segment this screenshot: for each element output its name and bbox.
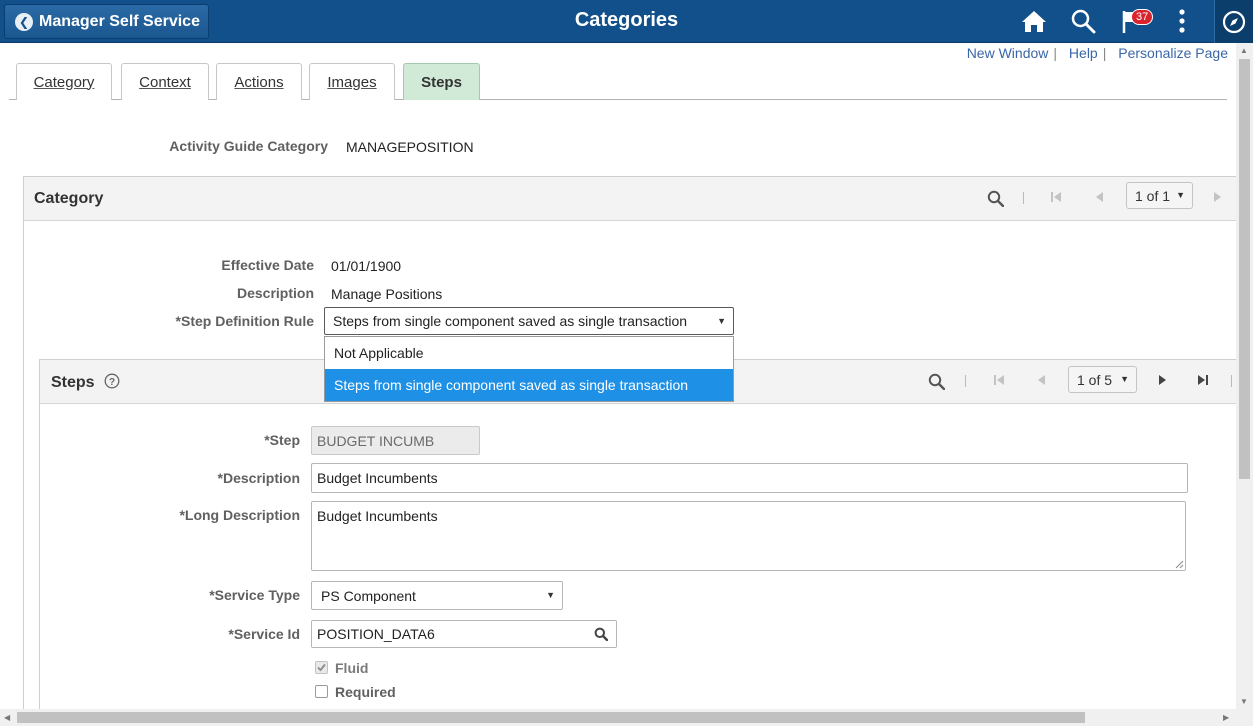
personalize-page-link[interactable]: Personalize Page: [1118, 45, 1228, 61]
pager-divider: [1231, 375, 1232, 387]
back-button-label: Manager Self Service: [39, 12, 200, 30]
svg-text:?: ?: [109, 377, 115, 388]
scroll-down-icon[interactable]: ▼: [1240, 697, 1248, 706]
search-icon: [928, 373, 945, 390]
header-bar: ❮ Manager Self Service Categories 37: [0, 0, 1253, 43]
tab-bar: Category Context Actions Images Steps: [9, 62, 1227, 100]
service-id-lookup-button[interactable]: [592, 625, 610, 643]
chevron-right-icon: [1214, 192, 1221, 202]
steps-help-button[interactable]: ?: [103, 372, 121, 390]
description-value: Manage Positions: [331, 286, 443, 302]
navbar-button[interactable]: [1214, 0, 1253, 43]
fluid-label: Fluid: [335, 660, 369, 676]
steps-previous-button[interactable]: [1033, 372, 1049, 388]
step-label: *Step: [264, 432, 300, 448]
caret-down-icon: ▼: [1120, 374, 1129, 384]
steps-find-button[interactable]: [925, 370, 947, 392]
category-row-selector[interactable]: 1 of 1 ▼: [1126, 182, 1193, 209]
new-window-link[interactable]: New Window: [967, 45, 1049, 61]
home-icon: [1022, 11, 1046, 32]
steps-next-button[interactable]: [1155, 372, 1171, 388]
category-find-button[interactable]: [984, 187, 1006, 209]
category-group-title: Category: [34, 190, 104, 207]
pager-divider: [965, 375, 966, 387]
tab-context[interactable]: Context: [121, 63, 209, 100]
compass-icon: [1222, 10, 1246, 33]
scroll-right-icon[interactable]: ▶: [1223, 713, 1229, 722]
effective-date-label: Effective Date: [221, 257, 314, 273]
caret-down-icon: ▼: [546, 590, 555, 600]
service-id-field[interactable]: POSITION_DATA6: [311, 620, 617, 648]
vertical-scroll-thumb[interactable]: [1239, 59, 1250, 479]
service-id-label: *Service Id: [228, 626, 300, 642]
option-not-applicable[interactable]: Not Applicable: [325, 337, 733, 369]
step-definition-rule-label: *Step Definition Rule: [175, 313, 314, 329]
activity-guide-category-value: MANAGEPOSITION: [346, 139, 474, 155]
notifications-button[interactable]: 37: [1116, 6, 1154, 36]
page-links: New Window | Help | Personalize Page: [966, 45, 1228, 61]
last-page-icon: [1198, 375, 1208, 385]
effective-date-value: 01/01/1900: [331, 258, 402, 274]
long-description-field[interactable]: Budget Incumbents: [311, 501, 1186, 571]
option-single-component[interactable]: Steps from single component saved as sin…: [325, 369, 733, 401]
step-description-field[interactable]: Budget Incumbents: [311, 463, 1188, 493]
help-icon: ?: [104, 373, 120, 389]
search-icon: [987, 190, 1004, 207]
home-button[interactable]: [1018, 6, 1050, 36]
scroll-up-icon[interactable]: ▲: [1240, 46, 1248, 55]
first-page-icon: [1051, 192, 1061, 202]
step-definition-rule-select[interactable]: Steps from single component saved as sin…: [324, 307, 734, 335]
tab-category[interactable]: Category: [16, 63, 112, 100]
chevron-left-icon: ❮: [15, 12, 33, 31]
category-group-header: [24, 177, 1253, 221]
service-type-select[interactable]: PS Component ▼: [311, 581, 563, 610]
actions-menu-button[interactable]: [1166, 6, 1198, 36]
required-checkbox[interactable]: [315, 685, 328, 698]
chevron-left-icon: [1038, 375, 1045, 385]
caret-down-icon: ▼: [717, 316, 726, 326]
service-type-label: *Service Type: [209, 587, 300, 603]
fluid-checkbox[interactable]: [315, 661, 328, 674]
notification-badge: 37: [1131, 9, 1154, 25]
step-definition-rule-dropdown: Not Applicable Steps from single compone…: [324, 336, 734, 402]
resize-handle-icon[interactable]: [1175, 560, 1184, 569]
steps-row-selector[interactable]: 1 of 5 ▼: [1068, 366, 1137, 393]
pager-divider: [1023, 192, 1024, 204]
steps-group-title: Steps: [51, 374, 95, 391]
tab-actions[interactable]: Actions: [216, 63, 302, 100]
activity-guide-category-label: Activity Guide Category: [169, 138, 328, 154]
category-first-button[interactable]: [1048, 189, 1064, 205]
scroll-left-icon[interactable]: ◀: [4, 713, 10, 722]
more-vertical-icon: [1179, 9, 1185, 33]
search-icon: [594, 627, 608, 641]
search-button[interactable]: [1067, 6, 1099, 36]
help-link[interactable]: Help: [1069, 45, 1098, 61]
chevron-right-icon: [1159, 375, 1166, 385]
first-page-icon: [994, 375, 1004, 385]
step-field: BUDGET INCUMB: [311, 426, 480, 455]
description-label: Description: [236, 285, 314, 301]
steps-first-button[interactable]: [991, 372, 1007, 388]
app-window: ❮ Manager Self Service Categories 37 New…: [0, 0, 1253, 726]
category-next-button[interactable]: [1210, 189, 1226, 205]
chevron-left-icon: [1096, 192, 1103, 202]
step-description-label: *Description: [217, 470, 300, 486]
tab-steps[interactable]: Steps: [403, 63, 480, 100]
back-button[interactable]: ❮ Manager Self Service: [4, 4, 209, 39]
vertical-scrollbar[interactable]: ▲ ▼: [1236, 43, 1253, 709]
caret-down-icon: ▼: [1176, 190, 1185, 200]
long-description-label: *Long Description: [179, 507, 300, 523]
category-previous-button[interactable]: [1091, 189, 1107, 205]
checkmark-icon: [317, 663, 326, 672]
horizontal-scrollbar[interactable]: ◀ ▶: [0, 709, 1253, 726]
required-label: Required: [335, 684, 396, 700]
horizontal-scroll-thumb[interactable]: [17, 712, 1085, 723]
steps-last-button[interactable]: [1195, 372, 1211, 388]
tab-images[interactable]: Images: [309, 63, 395, 100]
search-icon: [1071, 9, 1096, 34]
